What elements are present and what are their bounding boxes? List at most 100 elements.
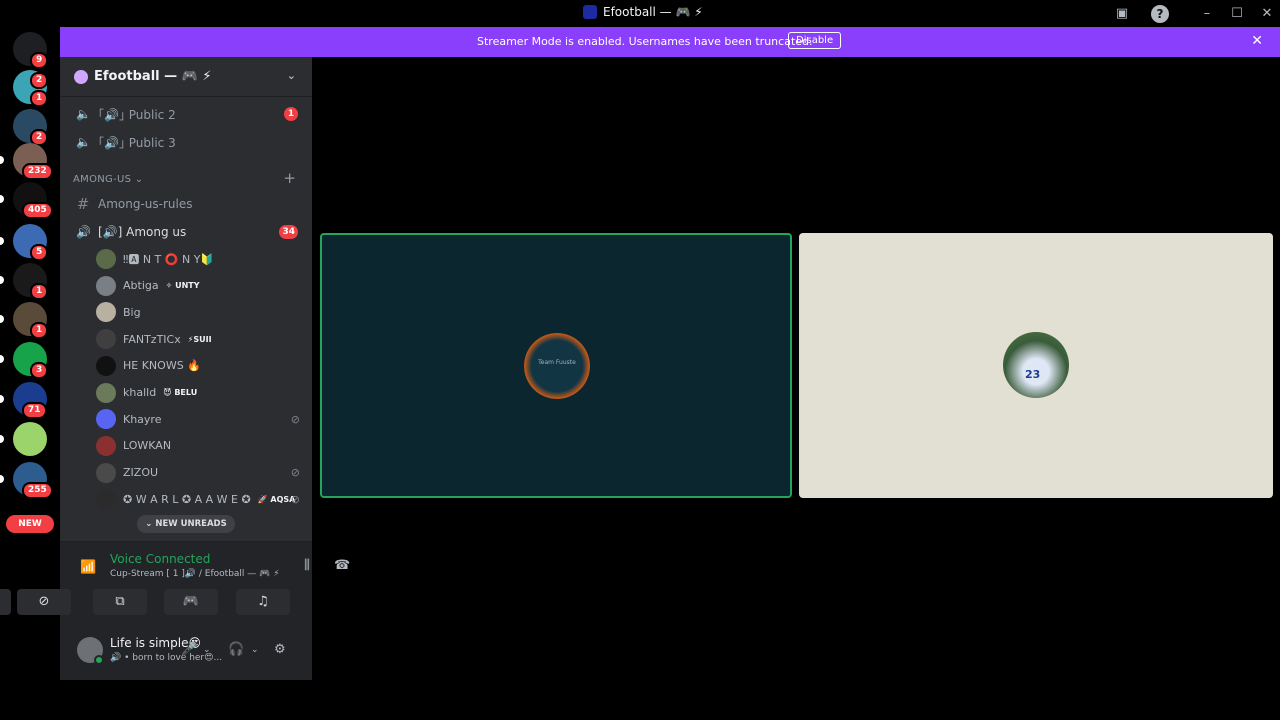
disconnect-icon[interactable]: ☎ <box>334 558 350 573</box>
voice-user[interactable]: ‼🅰 N T ⭕ N Y🔰 <box>96 247 296 271</box>
unread-pill <box>0 195 4 203</box>
user-panel: Life is simple😍 🔊 • born to love her😍...… <box>60 627 312 680</box>
channel-among-us-rules[interactable]: # Among-us-rules <box>68 191 304 217</box>
voice-user-name: Khayre <box>123 412 162 426</box>
avatar <box>96 249 116 269</box>
headphones-icon[interactable]: 🎧 <box>228 642 244 657</box>
voice-user[interactable]: Big <box>96 300 296 324</box>
voice-user-name: ZIZOU <box>123 466 159 480</box>
voice-user[interactable]: khalld 😈 BELU <box>96 381 296 405</box>
voice-user[interactable]: ZIZOU ⊘ <box>96 461 300 485</box>
clan-tag: 😈 BELU <box>163 388 198 397</box>
channel-public-2[interactable]: 🔈 ｢🔊｣ Public 2 1 <box>68 101 304 127</box>
camera-off-button[interactable]: ⊘ <box>17 589 71 615</box>
unread-badge: 232 <box>22 163 53 180</box>
avatar <box>96 489 116 510</box>
channel-public-3[interactable]: 🔈 ｢🔊｣ Public 3 <box>68 129 304 155</box>
online-status-dot <box>94 655 104 665</box>
muted-mic-icon: ⊘ <box>290 466 300 480</box>
avatar <box>96 275 116 296</box>
voice-user[interactable]: LOWKAN <box>96 434 296 458</box>
channel-label: [🔊] Among us <box>98 225 187 239</box>
avatar <box>96 329 116 350</box>
video-tile-2[interactable]: 23 <box>799 233 1273 498</box>
voice-user[interactable]: FANTzTICx ⚡SUII <box>96 327 296 351</box>
new-servers-pill[interactable]: NEW <box>6 515 54 533</box>
signal-icon[interactable]: 📶 <box>80 560 96 575</box>
noise-suppression-icon[interactable]: ⫼ <box>304 558 310 573</box>
create-channel-icon[interactable]: + <box>283 169 296 187</box>
guild-header[interactable]: Efootball — 🎮 ⚡ ⌄ <box>60 57 312 97</box>
server-rail: 9 1 2 2 232 405 5 1 1 3 71 255 NEW <box>0 27 60 680</box>
gear-icon[interactable]: ⚙ <box>274 642 286 657</box>
unread-badge: 1 <box>30 322 49 339</box>
unread-pill <box>0 475 4 483</box>
channel-badge: 1 <box>284 107 298 121</box>
avatar <box>96 382 116 403</box>
avatar-text: Team Fuuste <box>538 359 576 366</box>
participant-avatar: 23 <box>1003 332 1069 398</box>
share-screen-button[interactable]: ⧉ <box>93 589 147 615</box>
video-tile-1[interactable]: Team Fuuste <box>320 233 792 498</box>
unread-pill <box>0 355 4 363</box>
unread-pill <box>0 315 4 323</box>
server-icon[interactable] <box>13 422 47 456</box>
channel-among-us-voice[interactable]: 🔊 [🔊] Among us 34 <box>68 219 304 245</box>
mic-options-chevron-icon[interactable]: ⌄ <box>203 645 211 655</box>
unread-badge: 71 <box>22 402 47 419</box>
soundboard-icon: ♫ <box>257 594 269 609</box>
unread-pill <box>0 395 4 403</box>
muted-mic-icon: ⊘ <box>290 412 300 426</box>
chevron-down-icon[interactable]: ⌄ <box>287 69 296 82</box>
unread-pill <box>0 435 4 443</box>
category-label: AMONG-US <box>73 174 132 185</box>
speaker-icon: 🔈 <box>76 135 91 149</box>
channel-badge: 34 <box>279 225 298 239</box>
voice-channel-path[interactable]: Cup-Stream [ 1 ]🔊 / Efootball — 🎮 ⚡ <box>110 569 280 579</box>
minimize-icon[interactable]: – <box>1198 5 1216 23</box>
app-logo <box>583 5 597 19</box>
close-window-icon[interactable]: ✕ <box>1258 5 1276 23</box>
close-icon[interactable]: ✕ <box>1251 33 1263 49</box>
speaker-icon: 🔊 <box>76 225 91 239</box>
voice-status[interactable]: Voice Connected <box>110 552 210 566</box>
disable-button[interactable]: Disable <box>788 32 842 49</box>
activities-button[interactable]: 🎮 <box>164 589 218 615</box>
unread-badge: 405 <box>22 202 53 219</box>
voice-user-name: LOWKAN <box>123 439 172 453</box>
avatar-text: 23 <box>1025 368 1041 381</box>
banner-message: Streamer Mode is enabled. Usernames have… <box>477 35 813 48</box>
category-among-us[interactable]: AMONG-US ⌄ <box>73 174 143 185</box>
new-unreads-label: NEW UNREADS <box>155 519 227 529</box>
avatar <box>96 302 116 323</box>
avatar <box>96 355 116 376</box>
muted-mic-icon: ⊘ <box>290 492 300 506</box>
channel-label: ｢🔊｣ Public 3 <box>98 135 176 150</box>
soundboard-button[interactable]: ♫ <box>236 589 290 615</box>
maximize-icon[interactable]: ☐ <box>1228 5 1246 23</box>
voice-user[interactable]: Abtiga ✧ UNTY <box>96 274 296 298</box>
voice-user-name: Big <box>123 305 141 319</box>
voice-user[interactable]: ✪ W A R L ✪ A A W E ✪ 🚀 AQSA ⊘ <box>96 487 300 511</box>
hash-icon: # <box>76 195 90 213</box>
screen-share-icon: ⧉ <box>115 594 125 609</box>
unread-badge: 255 <box>22 482 53 499</box>
avatar <box>96 462 116 483</box>
clan-tag: ✧ UNTY <box>165 281 200 291</box>
voice-user-name: ‼🅰 N T ⭕ N Y🔰 <box>123 253 215 266</box>
title-bar: Efootball — 🎮 ⚡ ▣ ? – ☐ ✕ <box>0 0 1280 27</box>
microphone-icon[interactable]: 🎤 <box>181 642 197 657</box>
voice-user[interactable]: HE KNOWS 🔥 <box>96 354 296 378</box>
screen-share-icon[interactable]: ▣ <box>1113 5 1131 23</box>
avatar <box>96 409 116 430</box>
window-title-text: Efootball — 🎮 ⚡ <box>603 5 703 19</box>
help-icon[interactable]: ? <box>1151 5 1169 23</box>
gamepad-icon: 🎮 <box>182 594 200 609</box>
audio-options-chevron-icon[interactable]: ⌄ <box>251 645 259 655</box>
voice-user[interactable]: Khayre ⊘ <box>96 407 300 431</box>
window-title: Efootball — 🎮 ⚡ <box>583 5 703 19</box>
new-unreads-button[interactable]: ⌄ NEW UNREADS <box>137 515 235 533</box>
camera-off-icon: ⊘ <box>38 594 50 609</box>
unread-badge: 3 <box>30 362 49 379</box>
unread-badge: 5 <box>30 244 49 261</box>
